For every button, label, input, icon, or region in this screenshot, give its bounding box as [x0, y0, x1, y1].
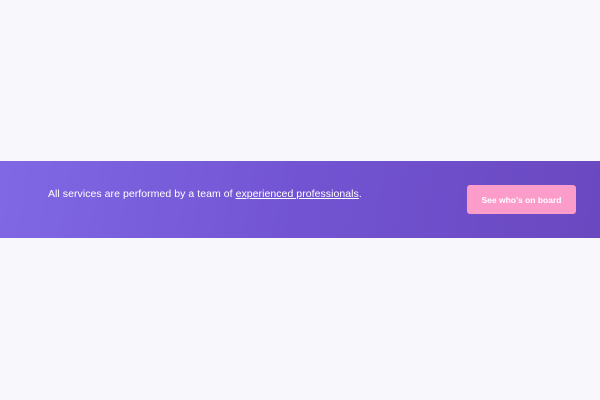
promo-banner: All services are performed by a team of … — [0, 161, 600, 238]
banner-text-before: All services are performed by a team of — [48, 187, 236, 200]
banner-message: All services are performed by a team of … — [48, 188, 362, 200]
banner-text-after: . — [358, 187, 362, 200]
see-whos-on-board-button[interactable]: See who's on board — [467, 185, 576, 214]
experienced-professionals-link[interactable]: experienced professionals — [236, 188, 359, 200]
